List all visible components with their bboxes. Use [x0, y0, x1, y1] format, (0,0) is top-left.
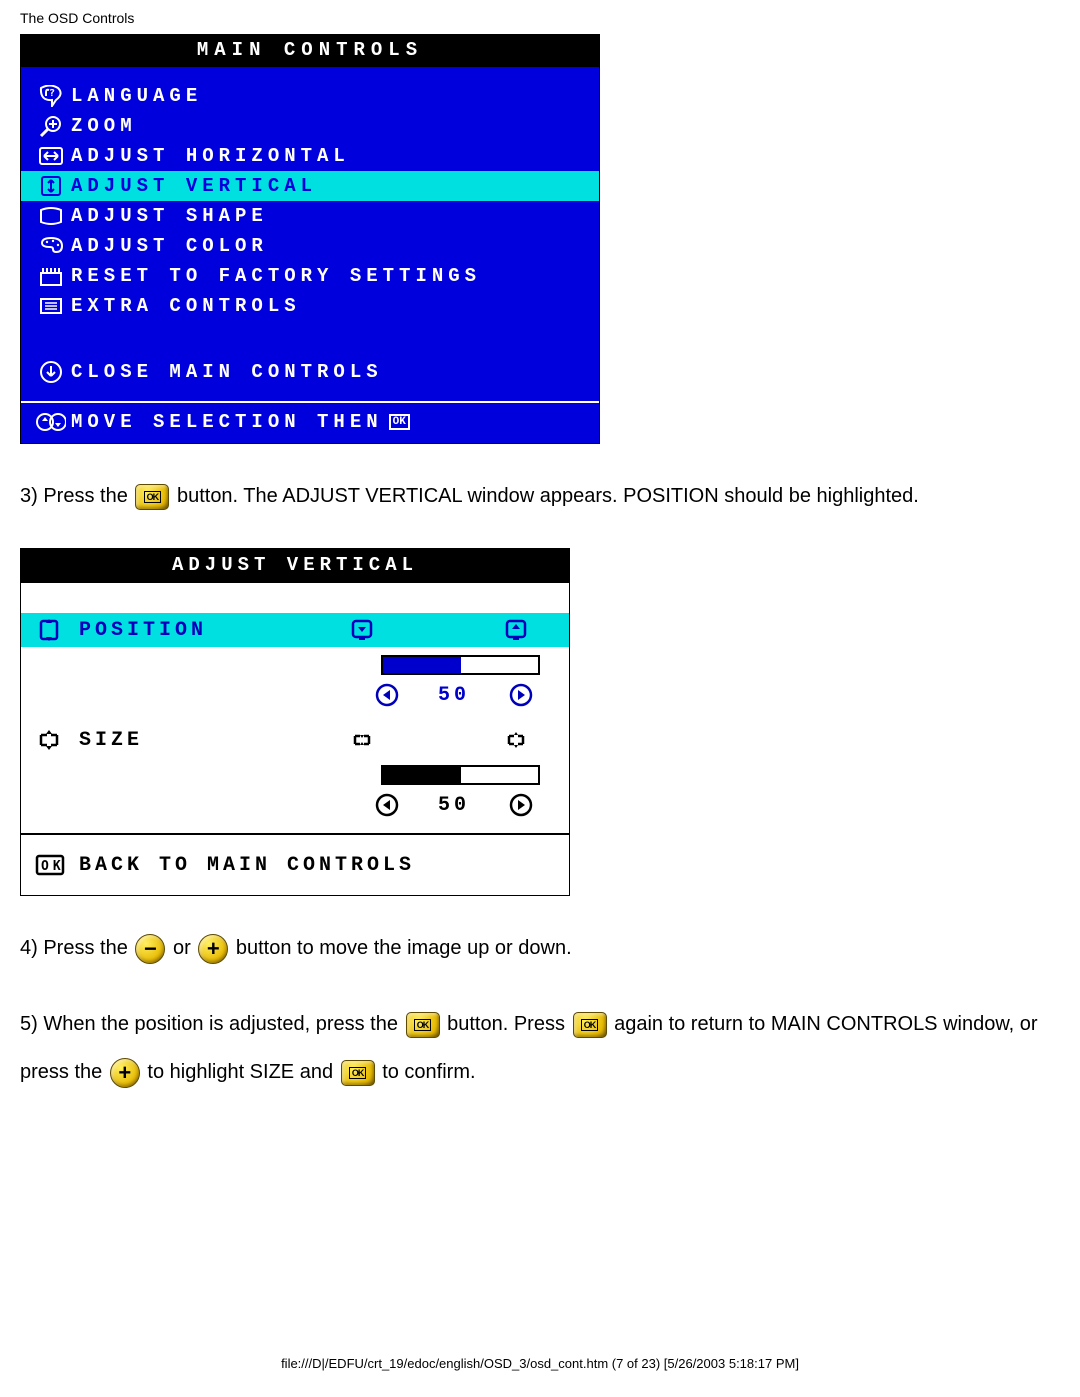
- svg-text:?: ?: [49, 88, 60, 99]
- arrow-left-icon[interactable]: [375, 793, 399, 817]
- svg-text:OK: OK: [41, 859, 65, 874]
- page-header: The OSD Controls: [20, 10, 1060, 26]
- av-item-position[interactable]: POSITION: [21, 613, 569, 647]
- menu-item-label: ZOOM: [71, 114, 137, 138]
- position-value-row: 50: [21, 677, 569, 723]
- position-down-icon: [349, 618, 375, 642]
- size-value-row: 50: [21, 787, 569, 833]
- footer-hint-text: MOVE SELECTION THEN: [71, 411, 383, 433]
- menu-item-reset[interactable]: RESET TO FACTORY SETTINGS: [21, 261, 599, 291]
- text: to confirm.: [382, 1061, 475, 1083]
- menu-item-adjust-vertical[interactable]: ADJUST VERTICAL: [21, 171, 599, 201]
- menu-item-label: CLOSE MAIN CONTROLS: [71, 360, 383, 384]
- adjust-vertical-icon: [31, 175, 71, 197]
- adjust-shape-icon: [31, 206, 71, 226]
- size-small-icon: [349, 729, 375, 751]
- plus-button-icon: +: [198, 934, 228, 964]
- osd-main-controls-panel: MAIN CONTROLS ? LANGUAGE ZOOM ADJUST HOR…: [20, 34, 600, 444]
- osd-adjust-vertical-panel: ADJUST VERTICAL POSITION: [20, 548, 570, 896]
- menu-item-close[interactable]: CLOSE MAIN CONTROLS: [21, 357, 599, 387]
- menu-item-label: ADJUST VERTICAL: [71, 174, 317, 198]
- menu-item-label: ADJUST SHAPE: [71, 204, 268, 228]
- menu-item-label: LANGUAGE: [71, 84, 202, 108]
- av-item-label: POSITION: [79, 619, 349, 642]
- menu-item-adjust-color[interactable]: ADJUST COLOR: [21, 231, 599, 261]
- ok-icon: OK: [389, 414, 410, 430]
- instruction-step-3: 3) Press the OK button. The ADJUST VERTI…: [20, 480, 1060, 512]
- av-item-label: SIZE: [79, 729, 349, 752]
- text: 4) Press the: [20, 937, 133, 959]
- menu-item-adjust-shape[interactable]: ADJUST SHAPE: [21, 201, 599, 231]
- ok-box-icon: OK: [35, 853, 79, 877]
- text: button. Press: [447, 1013, 570, 1035]
- menu-item-label: EXTRA CONTROLS: [71, 294, 301, 318]
- menu-item-zoom[interactable]: ZOOM: [21, 111, 599, 141]
- text: button. The ADJUST VERTICAL window appea…: [177, 485, 919, 507]
- reset-icon: [31, 265, 71, 287]
- ok-button-icon: OK: [406, 1012, 440, 1038]
- text: or: [173, 937, 196, 959]
- menu-item-label: RESET TO FACTORY SETTINGS: [71, 264, 481, 288]
- menu-item-label: ADJUST HORIZONTAL: [71, 144, 350, 168]
- menu-item-label: ADJUST COLOR: [71, 234, 268, 258]
- av-title: ADJUST VERTICAL: [21, 549, 569, 583]
- text: 5) When the position is adjusted, press …: [20, 1013, 404, 1035]
- position-up-icon: [503, 618, 529, 642]
- close-icon: [31, 360, 71, 384]
- spacer: [21, 583, 569, 613]
- size-progress-bar: [381, 765, 540, 785]
- ok-button-icon: OK: [341, 1060, 375, 1086]
- plus-button-icon: +: [110, 1058, 140, 1088]
- language-icon: ?: [31, 85, 71, 107]
- menu-item-extra-controls[interactable]: EXTRA CONTROLS: [21, 291, 599, 321]
- osd-main-body: ? LANGUAGE ZOOM ADJUST HORIZONTAL ADJUST…: [21, 67, 599, 443]
- av-body: POSITION 50: [21, 583, 569, 895]
- text: to highlight SIZE and: [147, 1061, 338, 1083]
- page-footer: file:///D|/EDFU/crt_19/edoc/english/OSD_…: [20, 1356, 1060, 1371]
- osd-footer-hint: MOVE SELECTION THEN OK: [21, 401, 599, 443]
- av-item-size[interactable]: SIZE: [21, 723, 569, 757]
- spacer: [21, 321, 599, 357]
- position-progress-bar: [381, 655, 540, 675]
- ok-button-icon: OK: [135, 484, 169, 510]
- arrow-right-icon[interactable]: [509, 683, 533, 707]
- adjust-horizontal-icon: [31, 146, 71, 166]
- ok-button-icon: OK: [573, 1012, 607, 1038]
- position-value: 50: [399, 684, 509, 707]
- size-progress-fill: [383, 767, 461, 783]
- size-bar-row: [21, 757, 569, 787]
- av-back-label: BACK TO MAIN CONTROLS: [79, 854, 415, 877]
- menu-item-language[interactable]: ? LANGUAGE: [21, 81, 599, 111]
- instruction-step-4: 4) Press the − or + button to move the i…: [20, 932, 1060, 964]
- arrow-left-icon[interactable]: [375, 683, 399, 707]
- extra-controls-icon: [31, 296, 71, 316]
- osd-main-title: MAIN CONTROLS: [21, 35, 599, 67]
- size-large-icon: [503, 729, 529, 751]
- instruction-step-5: 5) When the position is adjusted, press …: [20, 1000, 1060, 1096]
- position-bar-row: [21, 647, 569, 677]
- move-selection-icon: [31, 411, 71, 433]
- menu-item-adjust-horizontal[interactable]: ADJUST HORIZONTAL: [21, 141, 599, 171]
- adjust-color-icon: [31, 236, 71, 256]
- minus-button-icon: −: [135, 934, 165, 964]
- av-back-to-main[interactable]: OK BACK TO MAIN CONTROLS: [21, 833, 569, 895]
- position-icon: [35, 617, 79, 643]
- text: 3) Press the: [20, 485, 133, 507]
- size-value: 50: [399, 794, 509, 817]
- text: button to move the image up or down.: [236, 937, 572, 959]
- size-icon: [35, 727, 79, 753]
- position-progress-fill: [383, 657, 461, 673]
- arrow-right-icon[interactable]: [509, 793, 533, 817]
- zoom-icon: [31, 114, 71, 138]
